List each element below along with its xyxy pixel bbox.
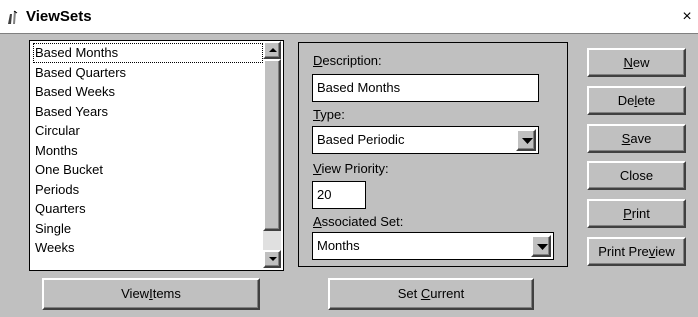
scroll-up-arrow-icon [269, 48, 277, 52]
viewset-list-item[interactable]: Based Years [33, 102, 263, 122]
delete-button[interactable]: Delete [587, 86, 686, 115]
associated-set-value: Months [317, 238, 360, 253]
view-items-button[interactable]: ViewItems [42, 278, 260, 310]
view-priority-value: 20 [317, 187, 332, 202]
scroll-up-button[interactable] [263, 41, 281, 59]
save-button[interactable]: Save [587, 124, 686, 153]
title-bar: ViewSets × [0, 0, 698, 34]
tool-icon [6, 9, 22, 25]
description-field[interactable]: Based Months [312, 74, 539, 102]
set-current-button[interactable]: Set Current [328, 278, 534, 310]
type-value: Based Periodic [317, 132, 405, 147]
viewset-list-item[interactable]: Periods [33, 180, 263, 200]
list-scrollbar[interactable] [263, 41, 281, 268]
type-label: Type: [313, 107, 345, 122]
dropdown-arrow-icon [537, 244, 548, 250]
viewset-list-item[interactable]: Quarters [33, 199, 263, 219]
associated-set-label: Associated Set: [313, 214, 404, 229]
viewset-list-item[interactable]: Based Quarters [33, 63, 263, 83]
viewset-list-item[interactable]: Based Weeks [33, 82, 263, 102]
viewsets-list: Based Months Based Quarters Based Weeks Bas… [33, 43, 263, 258]
close-button[interactable]: Close [587, 161, 686, 190]
viewset-list-item[interactable]: Circular [33, 121, 263, 141]
window-title: ViewSets [26, 8, 92, 25]
dropdown-arrow-icon [522, 138, 533, 144]
print-button[interactable]: Print [587, 199, 686, 228]
scroll-down-button[interactable] [263, 250, 281, 268]
view-priority-label: View Priority: [313, 161, 389, 176]
description-value: Based Months [317, 80, 401, 95]
associated-set-dropdown-button[interactable] [531, 235, 551, 257]
new-button[interactable]: New [587, 48, 686, 77]
viewset-list-item[interactable]: Weeks [33, 238, 263, 258]
print-preview-button[interactable]: Print Preview [587, 237, 686, 266]
type-dropdown-button[interactable] [516, 129, 536, 151]
viewset-list-item[interactable]: Based Months [33, 43, 263, 63]
scroll-thumb[interactable] [263, 59, 281, 231]
type-select[interactable]: Based Periodic [312, 126, 539, 154]
details-group: Description: Based Months Type: Based Pe… [298, 42, 568, 267]
close-icon[interactable]: × [678, 8, 696, 26]
viewset-list-item[interactable]: Months [33, 141, 263, 161]
viewset-list-item[interactable]: Single [33, 219, 263, 239]
associated-set-select[interactable]: Months [312, 232, 554, 260]
description-label: Description: [313, 53, 382, 68]
scroll-down-arrow-icon [269, 257, 277, 261]
view-priority-field[interactable]: 20 [312, 181, 366, 209]
viewset-list-item[interactable]: One Bucket [33, 160, 263, 180]
viewsets-listbox[interactable]: Based Months Based Quarters Based Weeks Bas… [29, 40, 284, 271]
